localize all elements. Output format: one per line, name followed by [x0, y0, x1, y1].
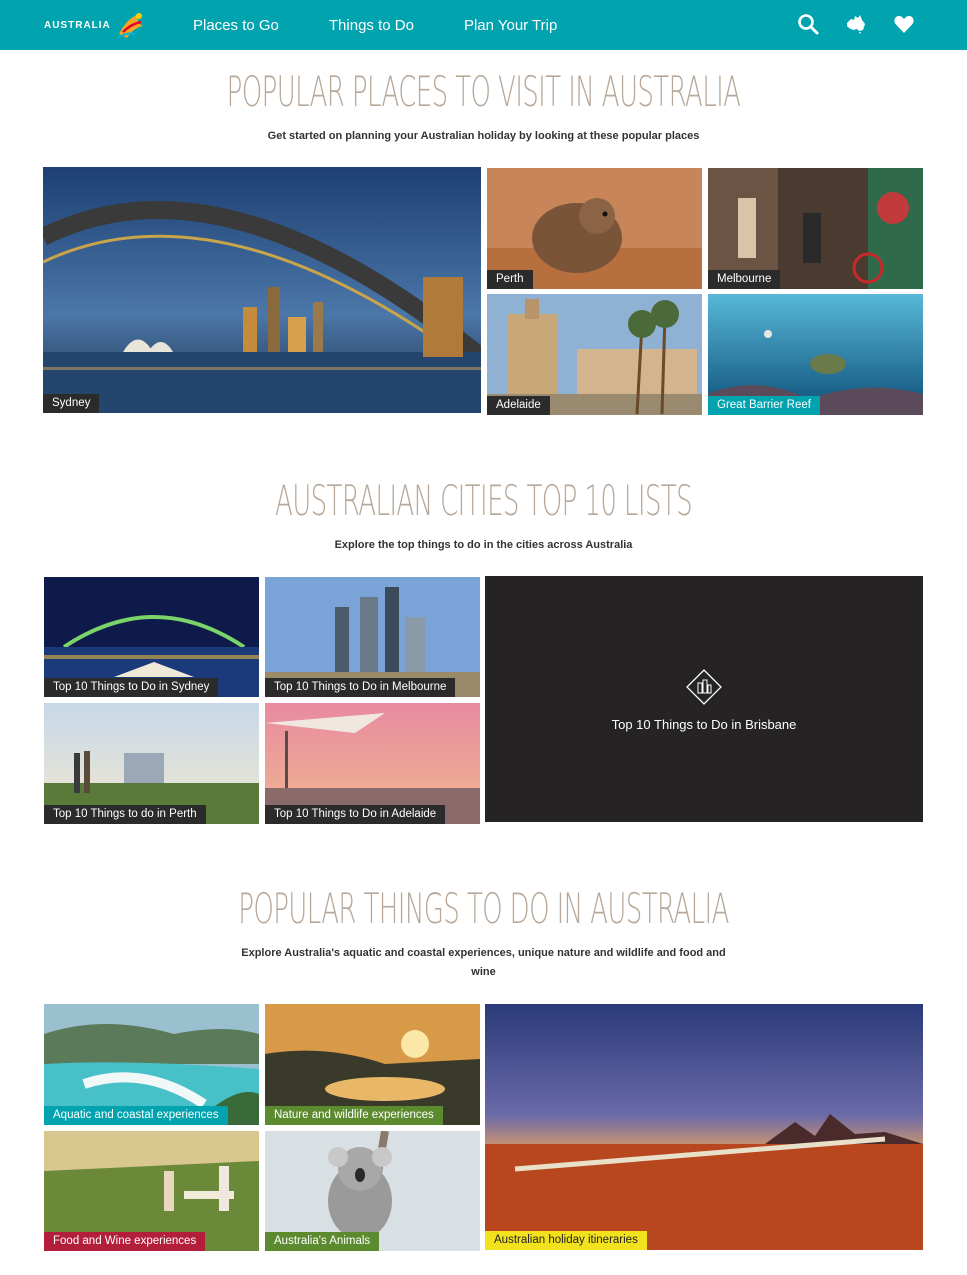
things-tile-nature[interactable]: Nature and wildlife experiences [265, 1004, 480, 1125]
nav-places-to-go[interactable]: Places to Go [193, 17, 279, 34]
places-section-title: POPULAR PLACES TO VISIT IN AUSTRALIA [226, 67, 741, 116]
brisbane-label: Top 10 Things to Do in Brisbane [611, 717, 797, 732]
things-tile-aquatic[interactable]: Aquatic and coastal experiences [44, 1004, 259, 1125]
city-tile-sydney[interactable]: Top 10 Things to Do in Sydney [44, 577, 259, 697]
city-tile-perth[interactable]: Top 10 Things to do in Perth [44, 703, 259, 824]
top-navigation-bar: AUSTRALIA Places to Go Things to Do Plan… [0, 0, 967, 50]
city-melbourne-label: Top 10 Things to Do in Melbourne [265, 678, 456, 697]
cities-section-subtitle: Explore the top things to do in the citi… [334, 539, 633, 551]
place-tile-adelaide[interactable]: Adelaide [487, 294, 702, 415]
adelaide-label: Adelaide [487, 396, 550, 415]
things-tile-animals[interactable]: Australia's Animals [265, 1131, 480, 1251]
city-tile-brisbane[interactable]: Top 10 Things to Do in Brisbane [485, 576, 923, 822]
melbourne-label: Melbourne [708, 270, 781, 289]
nav-plan-your-trip[interactable]: Plan Your Trip [464, 17, 557, 34]
great-barrier-reef-label: Great Barrier Reef [708, 396, 820, 415]
city-diamond-icon [686, 669, 722, 705]
food-wine-label: Food and Wine experiences [44, 1232, 206, 1251]
search-icon[interactable] [797, 13, 819, 35]
things-tile-itineraries[interactable]: Australian holiday itineraries [485, 1004, 923, 1250]
things-section-title: POPULAR THINGS TO DO IN AUSTRALIA [238, 884, 729, 933]
sydney-harbour-image [43, 167, 481, 413]
header-icons [771, 13, 915, 35]
itineraries-label: Australian holiday itineraries [485, 1231, 647, 1250]
places-section-subtitle: Get started on planning your Australian … [267, 130, 700, 142]
place-tile-great-barrier-reef[interactable]: Great Barrier Reef [708, 294, 923, 415]
things-tile-food-wine[interactable]: Food and Wine experiences [44, 1131, 259, 1251]
city-perth-label: Top 10 Things to do in Perth [44, 805, 206, 824]
place-tile-perth[interactable]: Perth [487, 168, 702, 289]
kangaroo-logo-icon [118, 13, 143, 38]
city-tile-adelaide[interactable]: Top 10 Things to Do in Adelaide [265, 703, 480, 824]
sydney-label: Sydney [43, 394, 100, 413]
logo-text: AUSTRALIA [44, 19, 111, 31]
nav-things-to-do[interactable]: Things to Do [329, 17, 414, 34]
things-section-subtitle: Explore Australia's aquatic and coastal … [241, 947, 726, 978]
cities-section-title: AUSTRALIAN CITIES TOP 10 LISTS [275, 476, 693, 525]
australia-logo[interactable]: AUSTRALIA [44, 8, 147, 42]
animals-label: Australia's Animals [265, 1232, 380, 1251]
city-tile-melbourne[interactable]: Top 10 Things to Do in Melbourne [265, 577, 480, 697]
city-sydney-label: Top 10 Things to Do in Sydney [44, 678, 219, 697]
main-nav: Places to Go Things to Do Plan Your Trip [193, 0, 607, 50]
australia-map-icon[interactable] [845, 13, 867, 35]
aquatic-label: Aquatic and coastal experiences [44, 1106, 228, 1125]
outback-train-image [485, 1004, 923, 1250]
city-adelaide-label: Top 10 Things to Do in Adelaide [265, 805, 446, 824]
heart-icon[interactable] [893, 13, 915, 35]
brisbane-feature-content: Top 10 Things to Do in Brisbane [485, 668, 923, 732]
place-tile-melbourne[interactable]: Melbourne [708, 168, 923, 289]
place-tile-sydney[interactable]: Sydney [43, 167, 481, 413]
perth-label: Perth [487, 270, 533, 289]
nature-label: Nature and wildlife experiences [265, 1106, 443, 1125]
